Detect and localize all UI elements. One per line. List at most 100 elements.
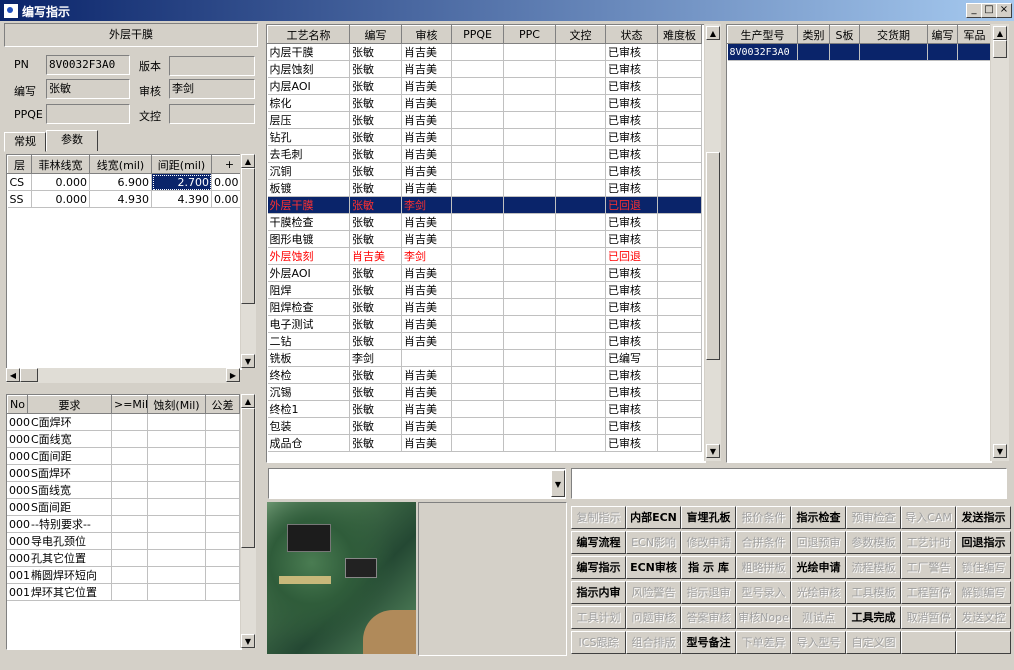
- action-button-34[interactable]: 答案审核: [681, 606, 736, 629]
- table-row[interactable]: 000S面间距: [7, 498, 240, 516]
- table-row[interactable]: 阻焊检查 张敏 肖吉美 已审核: [267, 298, 702, 316]
- table-row[interactable]: 000孔其它位置: [7, 549, 240, 567]
- action-button-27[interactable]: 型号录入: [736, 581, 791, 604]
- col-spacing[interactable]: 间距(mil): [151, 155, 212, 174]
- action-button-26[interactable]: 指示退审: [681, 581, 736, 604]
- col-min-mil[interactable]: >=Mil: [111, 395, 148, 414]
- maximize-button[interactable]: □: [981, 3, 997, 18]
- action-button-13[interactable]: 参数模板: [846, 531, 901, 554]
- action-button-30[interactable]: 工程暂停: [901, 581, 956, 604]
- action-button-32[interactable]: 工具计划: [571, 606, 626, 629]
- action-button-12[interactable]: 回退预审: [791, 531, 846, 554]
- action-button-21[interactable]: 流程模板: [846, 556, 901, 579]
- table-row[interactable]: 内层蚀刻 张敏 肖吉美 已审核: [267, 60, 702, 78]
- table-row[interactable]: 000S面焊环: [7, 464, 240, 482]
- action-button-6[interactable]: 导入CAM: [901, 506, 956, 529]
- action-button-9[interactable]: ECN影响: [626, 531, 681, 554]
- scroll-up-icon[interactable]: ▲: [241, 154, 255, 168]
- action-button-1[interactable]: 内部ECN: [626, 506, 681, 529]
- action-button-38[interactable]: 取消暂停: [901, 606, 956, 629]
- cell-editing[interactable]: 2.700: [151, 173, 212, 191]
- col-process-name[interactable]: 工艺名称: [267, 25, 350, 44]
- action-button-4[interactable]: 指示检查: [791, 506, 846, 529]
- scroll-thumb[interactable]: [993, 40, 1007, 58]
- action-button-39[interactable]: 发送文控: [956, 606, 1011, 629]
- table-row[interactable]: 外层AOI 张敏 肖吉美 已审核: [267, 264, 702, 282]
- review-field[interactable]: 李剑: [169, 79, 255, 99]
- scroll-down-icon[interactable]: ▼: [241, 354, 255, 368]
- table-row[interactable]: 终检 张敏 肖吉美 已审核: [267, 366, 702, 384]
- col-film-width[interactable]: 菲林线宽: [31, 155, 90, 174]
- table-row[interactable]: 001焊环其它位置: [7, 583, 240, 601]
- scroll-thumb[interactable]: [20, 368, 38, 382]
- chevron-down-icon[interactable]: ▼: [551, 470, 565, 497]
- action-button-11[interactable]: 合拼条件: [736, 531, 791, 554]
- model-vscroll[interactable]: ▲ ▼: [990, 24, 1009, 461]
- action-button-3[interactable]: 报价条件: [736, 506, 791, 529]
- table-row[interactable]: 层压 张敏 肖吉美 已审核: [267, 111, 702, 129]
- scroll-down-icon[interactable]: ▼: [993, 444, 1007, 458]
- tab-general[interactable]: 常规: [4, 132, 46, 152]
- action-button-23[interactable]: 锁住编写: [956, 556, 1011, 579]
- doc-control-field[interactable]: [169, 104, 255, 124]
- action-button-37[interactable]: 工具完成: [846, 606, 901, 629]
- table-row[interactable]: 外层蚀刻 肖吉美 李剑 已回退: [267, 247, 702, 265]
- table-row[interactable]: 外层干膜 张敏 李剑 已回退: [267, 196, 702, 214]
- table-row[interactable]: 000S面线宽: [7, 481, 240, 499]
- table-row[interactable]: 包装 张敏 肖吉美 已审核: [267, 417, 702, 435]
- table-row[interactable]: 终检1 张敏 肖吉美 已审核: [267, 400, 702, 418]
- action-button-28[interactable]: 光绘审核: [791, 581, 846, 604]
- scroll-up-icon[interactable]: ▲: [241, 394, 255, 408]
- action-button-2[interactable]: 盲埋孔板: [681, 506, 736, 529]
- action-button-41[interactable]: 组合排版: [626, 631, 681, 654]
- table-row[interactable]: 000--特别要求--: [7, 515, 240, 533]
- action-button-43[interactable]: 下单差异: [736, 631, 791, 654]
- table-row[interactable]: 000导电孔颈位: [7, 532, 240, 550]
- col-etch-mil[interactable]: 蚀刻(Mil): [147, 395, 206, 414]
- action-button-5[interactable]: 预审检查: [846, 506, 901, 529]
- process-vscroll[interactable]: ▲ ▼: [704, 24, 721, 461]
- action-button-20[interactable]: 光绘申请: [791, 556, 846, 579]
- action-button-45[interactable]: 自定义图: [846, 631, 901, 654]
- table-row[interactable]: 沉锡 张敏 肖吉美 已审核: [267, 383, 702, 401]
- action-button-44[interactable]: 导入型号: [791, 631, 846, 654]
- col-s-board[interactable]: S板: [829, 25, 860, 44]
- table-row[interactable]: 001椭圆焊环短向: [7, 566, 240, 584]
- action-button-31[interactable]: 解锁编写: [956, 581, 1011, 604]
- action-button-16[interactable]: 编写指示: [571, 556, 626, 579]
- table-row[interactable]: 内层AOI 张敏 肖吉美 已审核: [267, 77, 702, 95]
- pn-field[interactable]: 8V0032F3A0: [46, 55, 130, 75]
- table-row[interactable]: 棕化 张敏 肖吉美 已审核: [267, 94, 702, 112]
- action-button-19[interactable]: 粗略拼板: [736, 556, 791, 579]
- table-row[interactable]: 干膜检查 张敏 肖吉美 已审核: [267, 213, 702, 231]
- table-row[interactable]: 去毛刺 张敏 肖吉美 已审核: [267, 145, 702, 163]
- action-button-22[interactable]: 工厂警告: [901, 556, 956, 579]
- param-hscroll[interactable]: ◀ ▶: [6, 368, 240, 383]
- action-button-42[interactable]: 型号备注: [681, 631, 736, 654]
- scroll-down-icon[interactable]: ▼: [706, 444, 720, 458]
- col-author[interactable]: 编写: [927, 25, 958, 44]
- step-combo[interactable]: ▼: [268, 468, 566, 499]
- minimize-button[interactable]: _: [966, 3, 982, 18]
- action-button-17[interactable]: ECN审核: [626, 556, 681, 579]
- col-no[interactable]: No: [7, 395, 28, 414]
- action-button-14[interactable]: 工艺计时: [901, 531, 956, 554]
- action-button-36[interactable]: 测试点: [791, 606, 846, 629]
- table-row[interactable]: 沉铜 张敏 肖吉美 已审核: [267, 162, 702, 180]
- action-button-24[interactable]: 指示内审: [571, 581, 626, 604]
- action-button-33[interactable]: 问题审核: [626, 606, 681, 629]
- table-row[interactable]: 钻孔 张敏 肖吉美 已审核: [267, 128, 702, 146]
- table-row[interactable]: CS 0.000 6.900 2.700 0.00: [7, 173, 241, 191]
- col-category[interactable]: 类别: [797, 25, 830, 44]
- table-row[interactable]: 成品仓 张敏 肖吉美 已审核: [267, 434, 702, 452]
- version-field[interactable]: [169, 56, 255, 76]
- table-row[interactable]: 阻焊 张敏 肖吉美 已审核: [267, 281, 702, 299]
- scroll-up-icon[interactable]: ▲: [706, 26, 720, 40]
- table-row[interactable]: 000C面间距: [7, 447, 240, 465]
- col-status[interactable]: 状态: [605, 25, 658, 44]
- action-button-7[interactable]: 发送指示: [956, 506, 1011, 529]
- table-row[interactable]: SS 0.000 4.930 4.390 0.00: [7, 190, 241, 208]
- table-row[interactable]: 铣板 李剑 已编写: [267, 349, 702, 367]
- table-row[interactable]: 000C面线宽: [7, 430, 240, 448]
- col-tolerance[interactable]: 公差: [205, 395, 240, 414]
